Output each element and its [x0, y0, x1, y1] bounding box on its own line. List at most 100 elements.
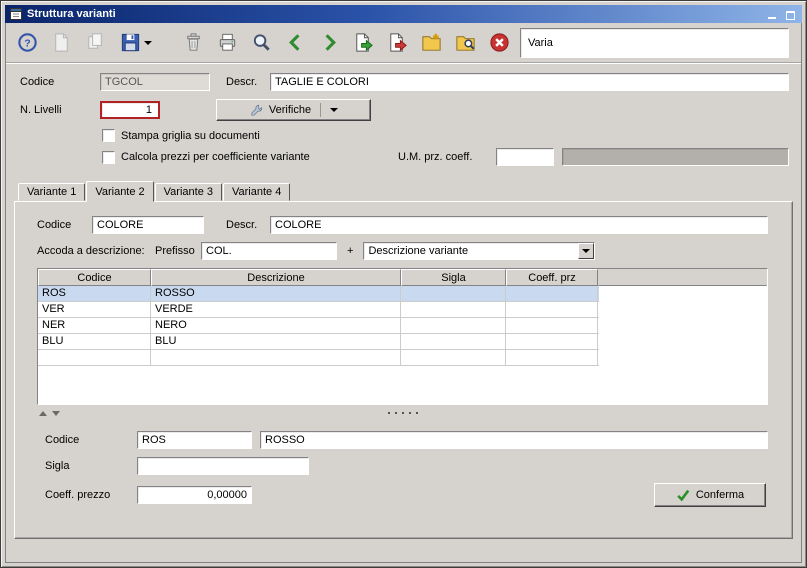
- svg-text:?: ?: [24, 37, 30, 49]
- context-field[interactable]: Varia: [520, 27, 789, 58]
- tab-variante-2[interactable]: Variante 2: [86, 181, 154, 202]
- um-label: U.M. prz. coeff.: [398, 151, 473, 163]
- sigla-field[interactable]: [137, 457, 309, 475]
- folder-add-button[interactable]: [418, 30, 444, 56]
- minimize-icon: [767, 16, 776, 19]
- export-document-button[interactable]: [350, 30, 376, 56]
- um-field[interactable]: [496, 148, 554, 166]
- accoda-label: Accoda a descrizione:: [37, 245, 145, 257]
- variant-tabs: Variante 1 Variante 2 Variante 3 Variant…: [18, 180, 801, 202]
- cell-sigla: [401, 286, 506, 301]
- print-icon: [219, 33, 235, 51]
- table-row[interactable]: BLU BLU: [38, 334, 599, 350]
- cell-descrizione: VERDE: [151, 302, 401, 317]
- search-button[interactable]: [248, 30, 274, 56]
- variant-descr-field[interactable]: [270, 216, 768, 234]
- descrizione-combo[interactable]: Descrizione variante: [363, 242, 596, 260]
- help-button[interactable]: ?: [14, 30, 40, 56]
- coeff-label: Coeff. prezzo: [45, 489, 111, 501]
- livelli-field[interactable]: [100, 101, 160, 119]
- detail-descr-field[interactable]: [260, 431, 768, 449]
- folder-add-icon: [421, 33, 441, 51]
- coeff-field[interactable]: [137, 486, 252, 504]
- splitter-grip-icon: [387, 412, 418, 414]
- exit-document-button[interactable]: [384, 30, 410, 56]
- table-row-empty[interactable]: [38, 350, 599, 366]
- column-header-descrizione[interactable]: Descrizione: [151, 269, 401, 286]
- maximize-button[interactable]: [783, 8, 798, 21]
- stampa-checkbox[interactable]: [102, 129, 115, 142]
- context-field-value: Varia: [528, 36, 553, 49]
- tab-variante-3[interactable]: Variante 3: [154, 183, 222, 201]
- copy-document-icon: [87, 33, 102, 49]
- app-window: Struttura varianti ? Varia Codice TGCOL …: [0, 0, 807, 568]
- cell-sigla: [401, 318, 506, 333]
- um-descr-field: [562, 148, 789, 166]
- export-document-icon: [355, 33, 373, 52]
- detail-codice-field[interactable]: [137, 431, 252, 449]
- delete-button[interactable]: [180, 30, 206, 56]
- cell-codice: NER: [38, 318, 151, 333]
- new-document-button: [48, 30, 74, 56]
- minimize-button[interactable]: [764, 8, 779, 21]
- titlebar[interactable]: Struttura varianti: [5, 5, 802, 23]
- verifiche-button[interactable]: Verifiche: [216, 99, 371, 121]
- cell-sigla: [401, 334, 506, 349]
- combo-dropdown-button[interactable]: [578, 243, 595, 259]
- detail-codice-label: Codice: [45, 434, 80, 446]
- verifiche-menu-icon[interactable]: [330, 108, 339, 112]
- sigla-label: Sigla: [45, 460, 70, 472]
- chevron-down-icon: [582, 249, 591, 253]
- client-area: ? Varia Codice TGCOL Descr. TAGLIE E COL…: [5, 23, 802, 563]
- cell-codice: ROS: [38, 286, 151, 301]
- splitter-handle[interactable]: [37, 407, 768, 419]
- verifiche-separator: [320, 103, 322, 117]
- save-button[interactable]: [116, 30, 154, 56]
- stampa-checkbox-label: Stampa griglia su documenti: [121, 129, 260, 142]
- cell-coeff: [506, 286, 598, 301]
- splitter-arrows-icon[interactable]: [39, 410, 60, 416]
- conferma-label: Conferma: [695, 489, 745, 501]
- window-icon: [9, 7, 23, 21]
- cell-codice: VER: [38, 302, 151, 317]
- close-button[interactable]: [486, 30, 512, 56]
- descr-field[interactable]: [270, 73, 789, 91]
- status-strip: [6, 539, 801, 562]
- table-row[interactable]: ROS ROSSO: [38, 286, 599, 302]
- conferma-button[interactable]: Conferma: [654, 483, 766, 507]
- plus-sign: +: [347, 245, 354, 257]
- prefisso-field[interactable]: [201, 242, 337, 260]
- table-row[interactable]: VER VERDE: [38, 302, 599, 318]
- calcola-checkbox[interactable]: [102, 150, 115, 164]
- checkmark-icon: [677, 489, 690, 502]
- window-title: Struttura varianti: [27, 8, 116, 20]
- print-button[interactable]: [214, 30, 240, 56]
- folder-search-button[interactable]: [452, 30, 478, 56]
- column-header-coeff[interactable]: Coeff. prz: [506, 269, 598, 286]
- cell-coeff: [506, 334, 598, 349]
- column-header-filler: [598, 269, 767, 286]
- cell-coeff: [506, 302, 598, 317]
- cell-coeff: [506, 318, 598, 333]
- variant-codice-field[interactable]: [92, 216, 204, 234]
- save-menu-icon[interactable]: [143, 40, 152, 45]
- livelli-label: N. Livelli: [20, 104, 62, 116]
- search-icon: [253, 34, 270, 51]
- tab-variante-1[interactable]: Variante 1: [18, 183, 86, 201]
- cell-descrizione: ROSSO: [151, 286, 401, 301]
- close-icon: [489, 33, 509, 52]
- wrench-icon: [251, 104, 262, 115]
- next-button[interactable]: [316, 30, 342, 56]
- toolbar: ? Varia: [6, 23, 801, 63]
- trash-icon: [186, 33, 200, 51]
- tab-variante-4[interactable]: Variante 4: [222, 183, 291, 201]
- variant-codice-label: Codice: [37, 219, 72, 231]
- table-header: Codice Descrizione Sigla Coeff. prz: [38, 269, 767, 286]
- table-row[interactable]: NER NERO: [38, 318, 599, 334]
- previous-button[interactable]: [282, 30, 308, 56]
- variant-panel: Codice Descr. Accoda a descrizione: Pref…: [14, 201, 793, 539]
- column-header-codice[interactable]: Codice: [38, 269, 151, 286]
- maximize-icon: [786, 10, 795, 20]
- copy-document-button: [82, 30, 108, 56]
- column-header-sigla[interactable]: Sigla: [401, 269, 506, 286]
